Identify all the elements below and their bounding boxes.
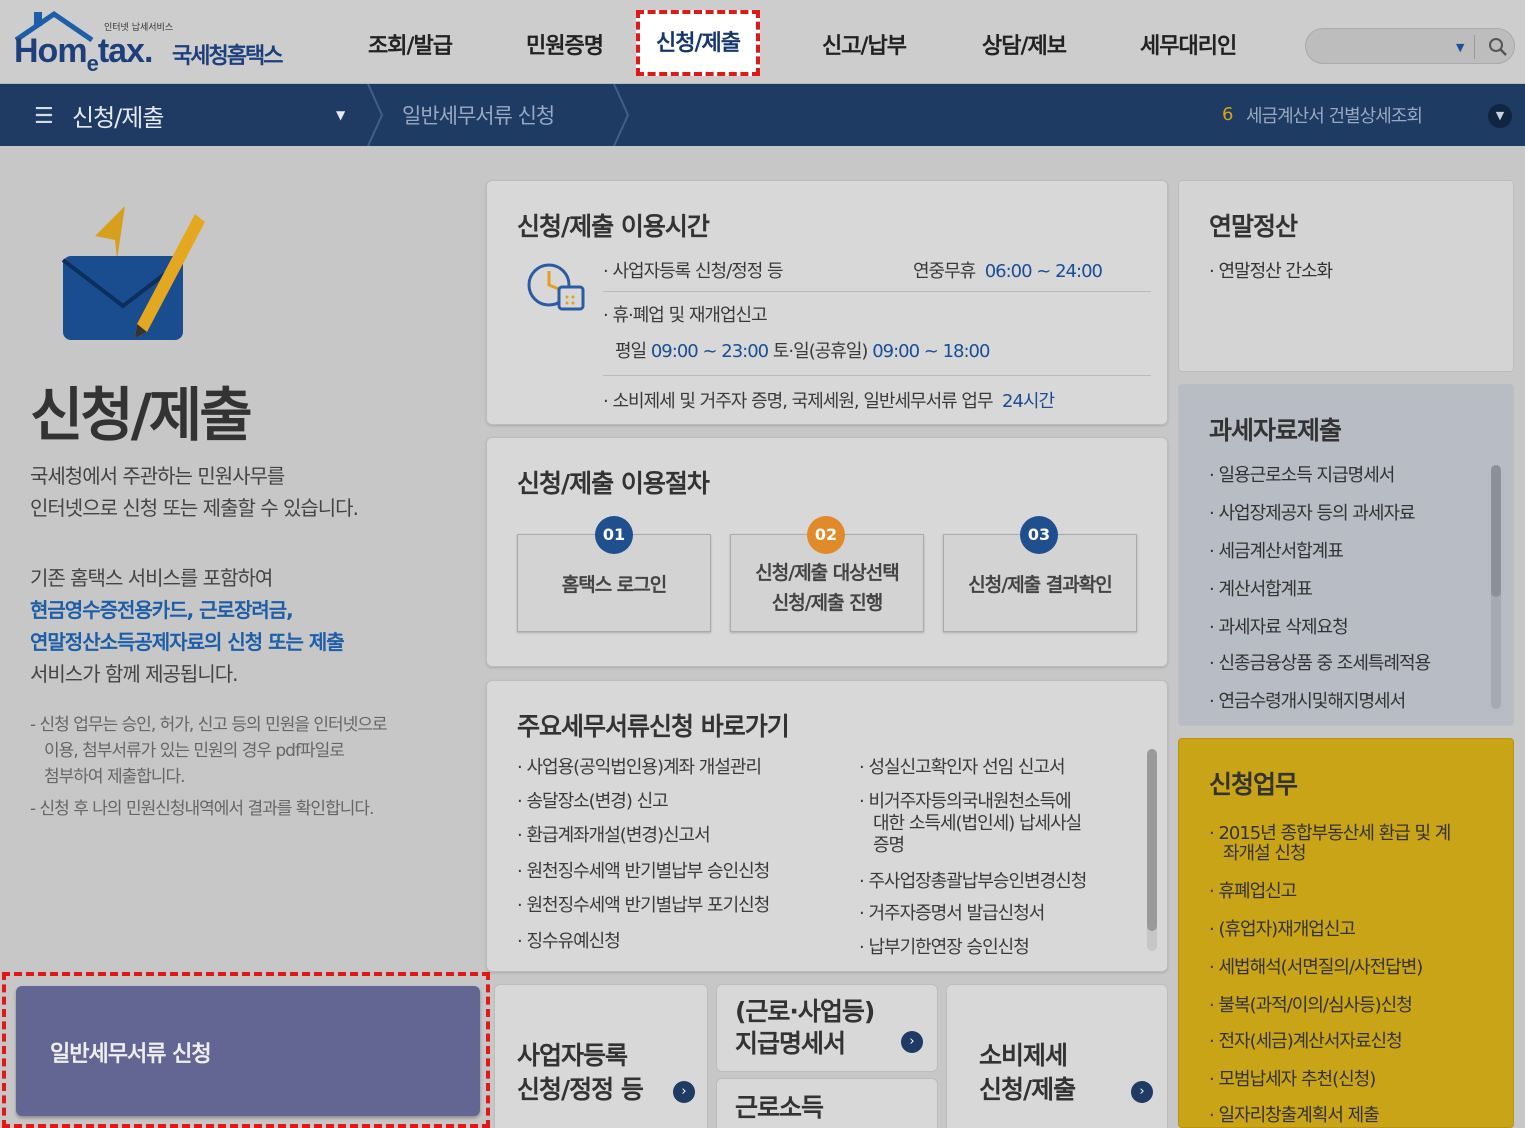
excise-tax-tile[interactable]: 소비제세 신청/제출 › <box>946 984 1168 1128</box>
procedure-card: 신청/제출 이용절차 홈택스 로그인 01 신청/제출 대상선택 신청/제출 진… <box>486 437 1168 667</box>
hometax-logo[interactable]: 인터넷 납세서비스 Hometax. 국세청홈택스 <box>12 8 302 78</box>
arrow-right-icon[interactable]: › <box>673 1081 695 1103</box>
year-end-link[interactable]: · 연말정산 간소화 <box>1209 257 1333 283</box>
shortcuts-card: 주요세무서류신청 바로가기 · 사업용(공익법인용)계좌 개설관리 · 송달장소… <box>486 680 1168 972</box>
breadcrumb-current[interactable]: 일반세무서류 신청 <box>402 100 555 130</box>
section-selector[interactable]: ☰ 신청/제출 ▼ <box>0 84 372 146</box>
top-navigation-bar: 인터넷 납세서비스 Hometax. 국세청홈택스 조회/발급 민원증명 신청/… <box>0 0 1525 84</box>
tax-data-link[interactable]: · 신종금융상품 중 조세특례적용 <box>1209 649 1431 675</box>
card-title: 과세자료제출 <box>1209 416 1342 445</box>
business-registration-tile[interactable]: 사업자등록 신청/정정 등 › <box>494 984 708 1128</box>
arrow-right-icon[interactable]: › <box>901 1031 923 1053</box>
tax-data-link[interactable]: · 계산서합계표 <box>1209 575 1313 601</box>
general-tax-document-button[interactable]: 일반세무서류 신청 <box>16 986 480 1116</box>
apply-link[interactable]: · 불복(과적/이의/심사등)신청 <box>1209 991 1413 1017</box>
divider <box>603 291 1151 292</box>
shortcut-link[interactable]: · 송달장소(변경) 신고 <box>517 787 669 813</box>
shortcut-link[interactable]: · 거주자증명서 발급신청서 <box>859 899 1045 925</box>
divider <box>603 375 1151 376</box>
payment-statement-tile[interactable]: (근로·사업등) 지급명세서 › <box>716 984 938 1072</box>
shortcut-link[interactable]: · 주사업장총괄납부승인변경신청 <box>859 867 1087 893</box>
apply-link[interactable]: · 세법해석(서면질의/사전답변) <box>1209 953 1423 979</box>
intro-description: 국세청에서 주관하는 민원사무를 인터넷으로 신청 또는 제출할 수 있습니다. <box>30 464 359 520</box>
step-badge: 03 <box>1020 516 1058 554</box>
shortcut-link[interactable]: · 원천징수세액 반기별납부 포기신청 <box>517 891 770 917</box>
section-title: 신청/제출 <box>72 104 164 132</box>
hours-row-excise: · 소비제세 및 거주자 증명, 국제세원, 일반세무서류 업무 24시간 <box>603 391 1055 412</box>
shortcut-link[interactable]: · 성실신고확인자 선임 신고서 <box>859 753 1066 779</box>
shortcut-link-cont[interactable]: 증명 <box>873 831 905 857</box>
breadcrumb-separator <box>367 84 384 146</box>
page-title: 신청/제출 <box>30 381 253 449</box>
intro-note-result: - 신청 후 나의 민원신청내역에서 결과를 확인합니다. <box>30 799 374 819</box>
hours-row-business-reg-time: 연중무휴 06:00 ~ 24:00 <box>913 261 1103 282</box>
logo-korean-name: 국세청홈택스 <box>172 44 283 69</box>
nav-report-pay[interactable]: 신고/납부 <box>822 28 907 60</box>
step-badge: 02 <box>807 516 845 554</box>
year-end-settlement-card: 연말정산 · 연말정산 간소화 <box>1178 180 1514 372</box>
trending-item[interactable]: 세금계산서 건별상세조회 <box>1246 102 1423 128</box>
apply-link[interactable]: · 휴폐업신고 <box>1209 877 1297 903</box>
tax-data-link[interactable]: · 일용근로소득 지급명세서 <box>1209 461 1395 487</box>
apply-link[interactable]: · 전자(세금)계산서자료신청 <box>1209 1027 1403 1053</box>
button-label: 일반세무서류 신청 <box>50 1042 212 1067</box>
apply-link[interactable]: · 일자리창출계획서 제출 <box>1209 1101 1380 1127</box>
intro-note-attachments: - 신청 업무는 승인, 허가, 신고 등의 민원을 인터넷으로 이용, 첨부서… <box>30 715 388 787</box>
nav-civil-certificate[interactable]: 민원증명 <box>526 28 604 60</box>
nav-apply-submit[interactable]: 신청/제출 <box>636 10 760 76</box>
apply-link-cont[interactable]: 좌개설 신청 <box>1223 839 1307 865</box>
trending-rank: 6 <box>1222 104 1234 125</box>
scrollbar-thumb[interactable] <box>1491 465 1501 597</box>
card-title: 신청/제출 이용시간 <box>517 212 710 241</box>
hours-row-business-reg: · 사업자등록 신청/정정 등 <box>603 261 784 282</box>
arrow-right-icon[interactable]: › <box>1131 1081 1153 1103</box>
application-tasks-card: 신청업무 · 2015년 종합부동산세 환급 및 계 좌개설 신청 · 휴폐업신… <box>1178 738 1514 1128</box>
nav-inquiry-issue[interactable]: 조회/발급 <box>368 28 453 60</box>
earned-income-tile[interactable]: 근로소득 <box>716 1078 938 1128</box>
shortcut-link[interactable]: · 원천징수세액 반기별납부 승인신청 <box>517 857 770 883</box>
logo-wordmark: Hometax. <box>14 32 153 76</box>
intro-services: 기존 홈택스 서비스를 포함하여 현금영수증전용카드, 근로장려금, 연말정산소… <box>30 566 345 686</box>
search-box[interactable]: ▼ <box>1305 28 1515 64</box>
search-icon[interactable] <box>1486 35 1510 59</box>
shortcut-link[interactable]: · 납부기한연장 승인신청 <box>859 933 1030 959</box>
breadcrumb-bar: ☰ 신청/제출 ▼ 일반세무서류 신청 6 세금계산서 건별상세조회 ▼ <box>0 84 1525 146</box>
scrollbar-thumb[interactable] <box>1147 749 1157 931</box>
shortcut-link[interactable]: · 사업용(공익법인용)계좌 개설관리 <box>517 753 762 779</box>
tax-data-submission-card: 과세자료제출 · 일용근로소득 지급명세서 · 사업장제공자 등의 과세자료 ·… <box>1178 384 1514 726</box>
envelope-pencil-icon <box>61 206 205 340</box>
shortcut-link[interactable]: · 징수유예신청 <box>517 927 621 953</box>
apply-link[interactable]: · (휴업자)재개업신고 <box>1209 915 1356 941</box>
step-badge: 01 <box>595 516 633 554</box>
search-divider <box>1474 35 1475 59</box>
hours-row-closure-time: 평일 09:00 ~ 23:00 토·일(공휴일) 09:00 ~ 18:00 <box>615 341 990 362</box>
chevron-down-icon[interactable]: ▼ <box>1488 104 1512 128</box>
dropdown-arrow-icon[interactable]: ▼ <box>1456 41 1464 54</box>
breadcrumb-separator <box>613 84 630 146</box>
chevron-down-icon[interactable]: ▼ <box>336 108 345 122</box>
card-title: 연말정산 <box>1209 212 1298 241</box>
card-title: 주요세무서류신청 바로가기 <box>517 712 790 741</box>
tax-data-link[interactable]: · 연금수령개시및해지명세서 <box>1209 687 1406 713</box>
card-title: 신청업무 <box>1209 770 1298 799</box>
card-title: 신청/제출 이용절차 <box>517 469 710 498</box>
usage-hours-card: 신청/제출 이용시간 · 사업자등록 신청/정정 등 연중무휴 06:00 ~ … <box>486 180 1168 425</box>
hamburger-menu-icon[interactable]: ☰ <box>34 104 54 129</box>
apply-link[interactable]: · 모범납세자 추천(신청) <box>1209 1065 1376 1091</box>
hours-row-closure: · 휴·폐업 및 재개업신고 <box>603 305 768 326</box>
highlight-box: 일반세무서류 신청 <box>2 972 490 1128</box>
shortcut-link-cont[interactable]: 대한 소득세(법인세) 납세사실 <box>873 809 1082 835</box>
tax-data-link[interactable]: · 사업장제공자 등의 과세자료 <box>1209 499 1416 525</box>
shortcut-link[interactable]: · 환급계좌개설(변경)신고서 <box>517 821 711 847</box>
clock-calendar-icon <box>527 263 585 311</box>
tax-data-link[interactable]: · 세금계산서합계표 <box>1209 537 1344 563</box>
tax-data-link[interactable]: · 과세자료 삭제요청 <box>1209 613 1349 639</box>
nav-consult-report[interactable]: 상담/제보 <box>982 28 1067 60</box>
nav-tax-agent[interactable]: 세무대리인 <box>1140 28 1237 60</box>
